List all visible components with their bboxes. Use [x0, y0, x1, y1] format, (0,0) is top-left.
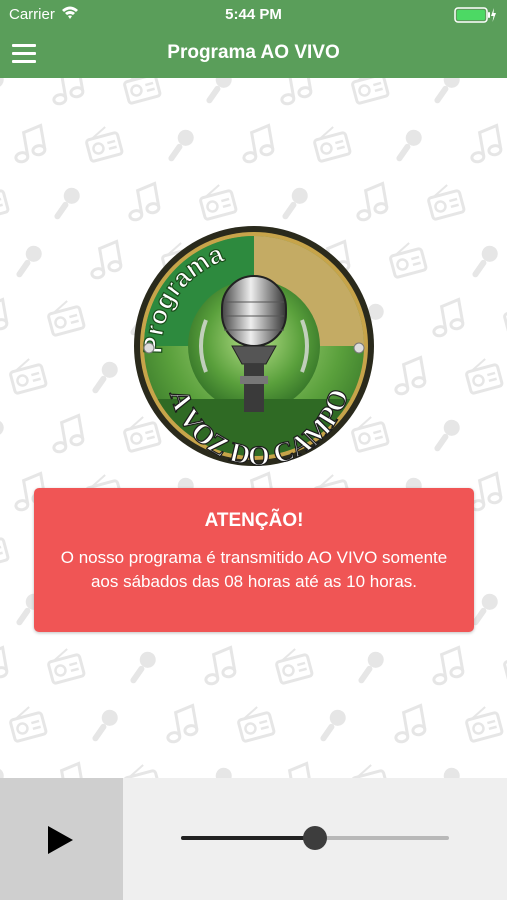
microphone-icon [0, 419, 4, 436]
microphone-icon [320, 709, 346, 742]
music-note-icon [242, 123, 275, 164]
radio-icon [9, 706, 48, 743]
radio-icon [389, 242, 428, 279]
radio-icon [465, 358, 504, 395]
music-note-icon [52, 78, 85, 106]
microphone-icon [472, 245, 498, 278]
battery-icon [454, 7, 496, 23]
radio-icon [123, 78, 162, 105]
microphone-icon [215, 767, 232, 778]
music-note-icon [0, 645, 9, 679]
radio-icon [0, 189, 10, 221]
radio-icon [275, 648, 314, 685]
radio-icon [503, 653, 507, 685]
microphone-icon [168, 129, 194, 162]
music-note-icon [470, 123, 503, 164]
program-logo: Programa A VOZ DO CAMPO [134, 226, 374, 468]
radio-icon [427, 184, 466, 221]
main-content: Programa A VOZ DO CAMPO ATENÇÃO! O nosso… [0, 78, 507, 778]
microphone-icon [358, 651, 384, 684]
radio-icon [351, 78, 390, 105]
play-button[interactable] [0, 778, 123, 900]
radio-icon [9, 358, 48, 395]
audio-player [0, 778, 507, 900]
radio-icon [465, 706, 504, 743]
music-note-icon [90, 239, 123, 280]
music-note-icon [166, 703, 199, 744]
radio-icon [85, 126, 124, 163]
microphone-icon [443, 767, 460, 778]
music-note-icon [432, 297, 465, 338]
nav-bar: Programa AO VIVO [0, 30, 507, 78]
microphone-icon [0, 767, 4, 778]
music-note-icon [432, 645, 465, 686]
radio-icon [47, 648, 86, 685]
status-bar: Carrier 5:44 PM [0, 0, 507, 30]
microphone-icon [130, 651, 156, 684]
microphone-icon [54, 187, 80, 220]
page-title: Programa AO VIVO [167, 42, 340, 63]
alert-title: ATENÇÃO! [204, 510, 304, 531]
music-note-icon [52, 413, 85, 454]
music-note-icon [287, 761, 313, 778]
radio-icon [313, 126, 352, 163]
music-note-icon [280, 78, 313, 106]
music-note-icon [394, 703, 427, 744]
microphone-icon [206, 78, 232, 104]
music-note-icon [59, 761, 85, 778]
microphone-icon [92, 709, 118, 742]
microphone-icon [92, 361, 118, 394]
music-note-icon [394, 355, 427, 396]
radio-icon [237, 706, 276, 743]
volume-slider-thumb[interactable] [303, 826, 327, 850]
radio-icon [503, 305, 507, 337]
radio-icon [47, 300, 86, 337]
radio-icon [351, 764, 390, 778]
alert-message: O nosso programa é transmitido AO VIVO s… [60, 548, 448, 591]
music-note-icon [204, 645, 237, 686]
microphone-icon [434, 78, 460, 104]
attention-alert: ATENÇÃO! O nosso programa é transmitido … [34, 488, 474, 632]
volume-slider-fill [181, 836, 315, 840]
radio-icon [0, 537, 10, 569]
status-time: 5:44 PM [225, 6, 282, 23]
radio-icon [199, 184, 238, 221]
music-note-icon [14, 123, 47, 164]
microphone-icon [0, 78, 4, 88]
music-note-icon [0, 297, 9, 331]
microphone-icon [282, 187, 308, 220]
microphone-icon [396, 129, 422, 162]
microphone-icon [434, 419, 460, 452]
play-icon [48, 826, 73, 854]
music-note-icon [356, 181, 389, 222]
music-note-icon [128, 181, 161, 222]
radio-icon [123, 764, 162, 778]
volume-slider[interactable] [181, 826, 449, 850]
microphone-icon [16, 245, 42, 278]
